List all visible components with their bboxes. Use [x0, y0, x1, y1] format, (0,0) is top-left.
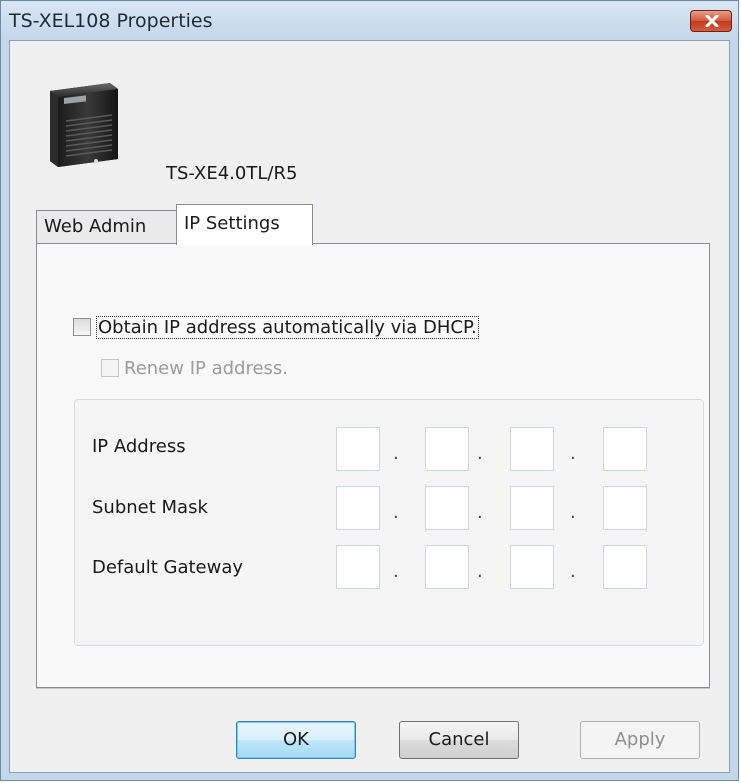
ip-address-separator: .: [570, 443, 576, 464]
window-title: TS-XEL108 Properties: [9, 10, 213, 32]
properties-dialog: TS-XEL108 Properties TS-XE4.0TL/R5 Web A…: [0, 0, 739, 781]
cancel-button[interactable]: Cancel: [399, 721, 519, 759]
nas-device-icon: [50, 83, 118, 167]
ip-address-separator: .: [393, 443, 399, 464]
renew-checkbox-label: Renew IP address.: [124, 357, 289, 379]
ok-button[interactable]: OK: [236, 721, 356, 759]
renew-checkbox-row: Renew IP address.: [101, 357, 288, 379]
default-gateway-octet-2[interactable]: [425, 545, 469, 589]
ip-address-octet-2[interactable]: [425, 427, 469, 471]
device-model-label: TS-XE4.0TL/R5: [166, 163, 298, 184]
renew-checkbox: [101, 359, 119, 377]
default-gateway-octet-4[interactable]: [603, 545, 647, 589]
subnet-mask-separator: .: [393, 502, 399, 523]
dhcp-checkbox-row[interactable]: Obtain IP address automatically via DHCP…: [73, 315, 479, 339]
dialog-client-area: TS-XE4.0TL/R5 Web Admin IP Settings Obta…: [9, 40, 730, 773]
title-bar[interactable]: TS-XEL108 Properties: [1, 1, 738, 41]
tab-web-admin[interactable]: Web Admin: [36, 210, 177, 244]
default-gateway-octet-3[interactable]: [510, 545, 554, 589]
subnet-mask-label: Subnet Mask: [92, 497, 208, 518]
default-gateway-octet-1[interactable]: [336, 545, 380, 589]
ip-settings-panel: Obtain IP address automatically via DHCP…: [36, 243, 710, 688]
ip-address-octet-1[interactable]: [336, 427, 380, 471]
default-gateway-label: Default Gateway: [92, 557, 244, 578]
subnet-mask-separator: .: [477, 502, 483, 523]
dhcp-checkbox[interactable]: [73, 318, 91, 336]
dhcp-checkbox-label[interactable]: Obtain IP address automatically via DHCP…: [96, 315, 479, 339]
tab-ip-settings[interactable]: IP Settings: [176, 204, 313, 245]
subnet-mask-octet-1[interactable]: [336, 486, 380, 530]
subnet-mask-separator: .: [570, 502, 576, 523]
ip-address-label: IP Address: [92, 436, 186, 457]
close-icon: [705, 15, 719, 27]
subnet-mask-octet-4[interactable]: [603, 486, 647, 530]
default-gateway-separator: .: [570, 561, 576, 582]
close-button[interactable]: [690, 10, 732, 32]
ip-address-octet-3[interactable]: [510, 427, 554, 471]
default-gateway-separator: .: [393, 561, 399, 582]
ip-address-separator: .: [477, 443, 483, 464]
default-gateway-separator: .: [477, 561, 483, 582]
subnet-mask-octet-3[interactable]: [510, 486, 554, 530]
ip-address-octet-4[interactable]: [603, 427, 647, 471]
subnet-mask-octet-2[interactable]: [425, 486, 469, 530]
apply-button: Apply: [580, 721, 700, 759]
ip-address-group: IP Address . . . Subnet Mask . . . Defau…: [74, 399, 704, 646]
